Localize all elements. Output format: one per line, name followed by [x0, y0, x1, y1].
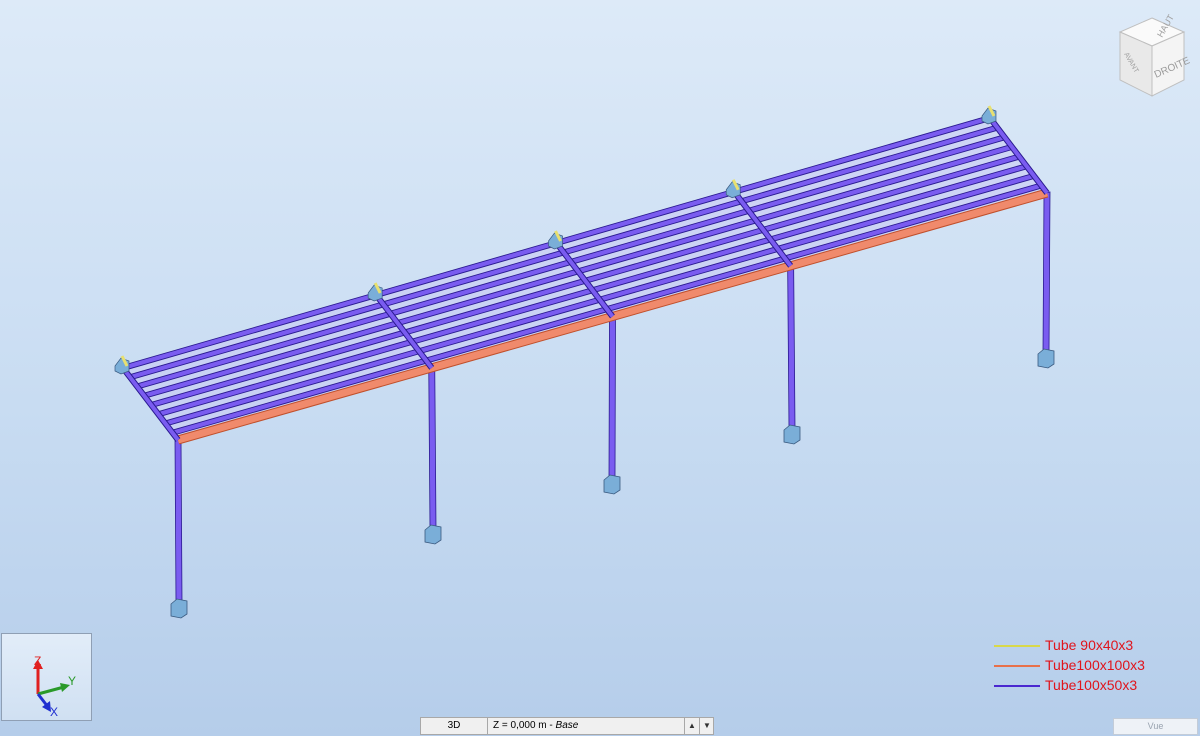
y-axis-line	[37, 685, 65, 696]
legend-label: Tube100x50x3	[1045, 677, 1138, 693]
view-cube[interactable]: HAUT AVANT DROITE	[1112, 14, 1192, 106]
footing[interactable]	[1037, 348, 1055, 369]
3d-viewport[interactable]	[0, 0, 1200, 736]
footing[interactable]	[603, 474, 621, 495]
legend-label: Tube 90x40x3	[1045, 637, 1134, 653]
vue-button[interactable]: Vue	[1113, 718, 1198, 735]
section-legend: Tube 90x40x3 Tube100x100x3 Tube100x50x3	[994, 636, 1194, 696]
legend-swatch	[994, 685, 1040, 687]
level-separator: -	[546, 720, 556, 731]
status-bar: 3D Z = 0,000 m - Base ▲ ▼	[420, 717, 714, 735]
level-value: Z = 0,000 m	[493, 720, 547, 731]
level-up-button[interactable]: ▲	[684, 718, 699, 734]
z-axis-label: Z	[34, 654, 41, 668]
level-name: Base	[555, 720, 579, 731]
footing[interactable]	[170, 598, 188, 619]
column[interactable]	[428, 366, 437, 529]
y-axis-label: Y	[68, 674, 76, 688]
chevron-down-icon: ▼	[703, 721, 711, 730]
column[interactable]	[174, 438, 183, 603]
legend-swatch	[994, 665, 1040, 667]
legend-item: Tube 90x40x3	[994, 636, 1194, 656]
column[interactable]	[1042, 191, 1051, 353]
footing[interactable]	[783, 424, 801, 445]
legend-label: Tube100x100x3	[1045, 657, 1145, 673]
legend-swatch	[994, 645, 1040, 647]
level-down-button[interactable]: ▼	[699, 718, 714, 734]
legend-item: Tube100x50x3	[994, 676, 1194, 696]
legend-item: Tube100x100x3	[994, 656, 1194, 676]
level-selector[interactable]: Z = 0,000 m - Base	[488, 718, 684, 734]
chevron-up-icon: ▲	[688, 721, 696, 730]
column[interactable]	[608, 315, 616, 479]
structure-model[interactable]	[0, 0, 1200, 736]
axis-triad: Z Y X	[1, 633, 92, 721]
footing[interactable]	[424, 524, 442, 545]
x-axis-label: X	[50, 705, 58, 719]
column[interactable]	[787, 264, 796, 429]
view-mode-button[interactable]: 3D	[421, 718, 488, 734]
